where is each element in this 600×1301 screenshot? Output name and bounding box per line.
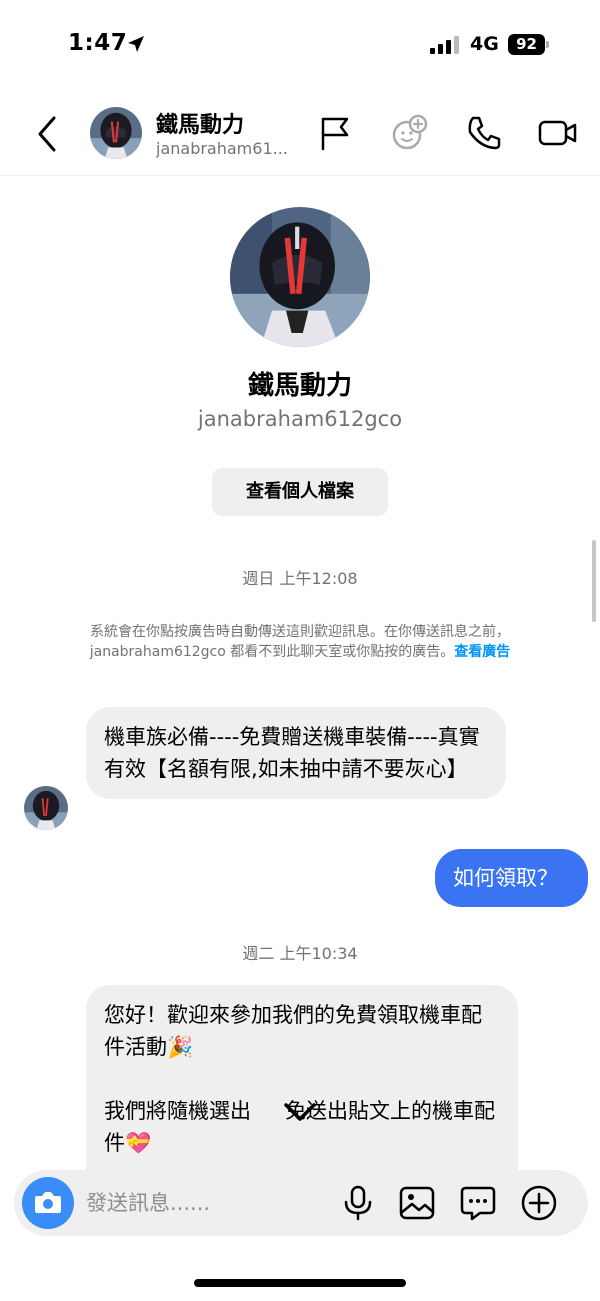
header-name[interactable]: 鐵馬動力 bbox=[156, 107, 244, 139]
view-ad-link[interactable]: 查看廣告 bbox=[454, 644, 510, 660]
profile-username: janabraham612gco bbox=[197, 407, 403, 431]
call-button[interactable] bbox=[464, 113, 504, 153]
message-composer bbox=[14, 1170, 588, 1236]
flag-button[interactable] bbox=[316, 113, 356, 153]
message-input[interactable] bbox=[86, 1188, 326, 1218]
camera-icon bbox=[35, 1192, 61, 1213]
image-icon bbox=[399, 1186, 435, 1220]
system-notice: 系統會在你點按廣告時自動傳送這則歡迎訊息。在你傳送訊息之前，janabraham… bbox=[70, 622, 530, 662]
message-text: 您好！歡迎來參加我們的免費領取機車配件活動🎉 bbox=[104, 1003, 482, 1059]
avatar[interactable] bbox=[90, 107, 142, 159]
timestamp: 週日 上午12:08 bbox=[242, 569, 358, 588]
camera-button[interactable] bbox=[22, 1177, 74, 1229]
back-button[interactable] bbox=[30, 112, 66, 156]
signal-icon bbox=[430, 36, 459, 54]
scroll-to-bottom-button[interactable] bbox=[280, 1092, 320, 1132]
flag-icon bbox=[321, 117, 349, 151]
battery-tip bbox=[546, 41, 549, 48]
location-arrow-icon bbox=[128, 36, 144, 52]
sticker-chat-button[interactable] bbox=[458, 1183, 498, 1223]
incoming-message[interactable]: 您好！歡迎來參加我們的免費領取機車配件活動🎉 我們將隨機選出 免送出貼文上的機車配… bbox=[86, 985, 518, 1185]
more-options-button[interactable] bbox=[519, 1183, 559, 1223]
message-text-part: 我們將隨機選出 bbox=[104, 1099, 251, 1123]
helmet-avatar-image bbox=[230, 207, 370, 347]
outgoing-message[interactable]: 如何領取？ bbox=[435, 849, 588, 907]
video-camera-icon bbox=[538, 120, 577, 146]
helmet-avatar-image bbox=[90, 107, 142, 159]
message-text: 如何領取？ bbox=[453, 866, 558, 890]
phone-icon bbox=[468, 116, 501, 150]
home-indicator[interactable] bbox=[194, 1279, 406, 1287]
incoming-message[interactable]: 機車族必備----免費贈送機車裝備----真實有效【名額有限,如未抽中請不要灰心… bbox=[86, 707, 506, 799]
voice-message-button[interactable] bbox=[338, 1183, 378, 1223]
system-notice-text: 系統會在你點按廣告時自動傳送這則歡迎訊息。在你傳送訊息之前，janabraham… bbox=[89, 624, 510, 660]
status-time: 1:47 bbox=[68, 30, 128, 56]
message-text: 機車族必備----免費贈送機車裝備----真實有效【名額有限,如未抽中請不要灰心… bbox=[104, 725, 480, 781]
chevron-left-icon bbox=[38, 116, 56, 152]
gallery-button[interactable] bbox=[397, 1183, 437, 1223]
plus-circle-icon bbox=[521, 1185, 557, 1221]
helmet-avatar-image bbox=[24, 786, 68, 830]
status-bar: 1:47 4G 92 bbox=[0, 0, 600, 90]
microphone-icon bbox=[344, 1185, 372, 1221]
scrollbar[interactable] bbox=[592, 540, 596, 622]
profile-name: 鐵馬動力 bbox=[247, 371, 352, 401]
sticker-icon bbox=[392, 114, 428, 150]
network-type: 4G bbox=[470, 33, 499, 55]
battery-indicator: 92 bbox=[508, 34, 545, 55]
video-call-button[interactable] bbox=[538, 113, 578, 153]
timestamp: 週二 上午10:34 bbox=[242, 944, 358, 963]
chat-bubble-icon bbox=[460, 1186, 496, 1221]
header-username[interactable]: janabraham61... bbox=[156, 139, 296, 158]
message-avatar[interactable] bbox=[24, 786, 68, 830]
chevron-down-icon bbox=[284, 1103, 316, 1121]
sticker-button[interactable] bbox=[390, 113, 430, 153]
chat-header: 鐵馬動力 janabraham61... bbox=[0, 92, 600, 176]
profile-avatar[interactable] bbox=[230, 207, 370, 347]
view-profile-button[interactable]: 查看個人檔案 bbox=[212, 468, 388, 516]
